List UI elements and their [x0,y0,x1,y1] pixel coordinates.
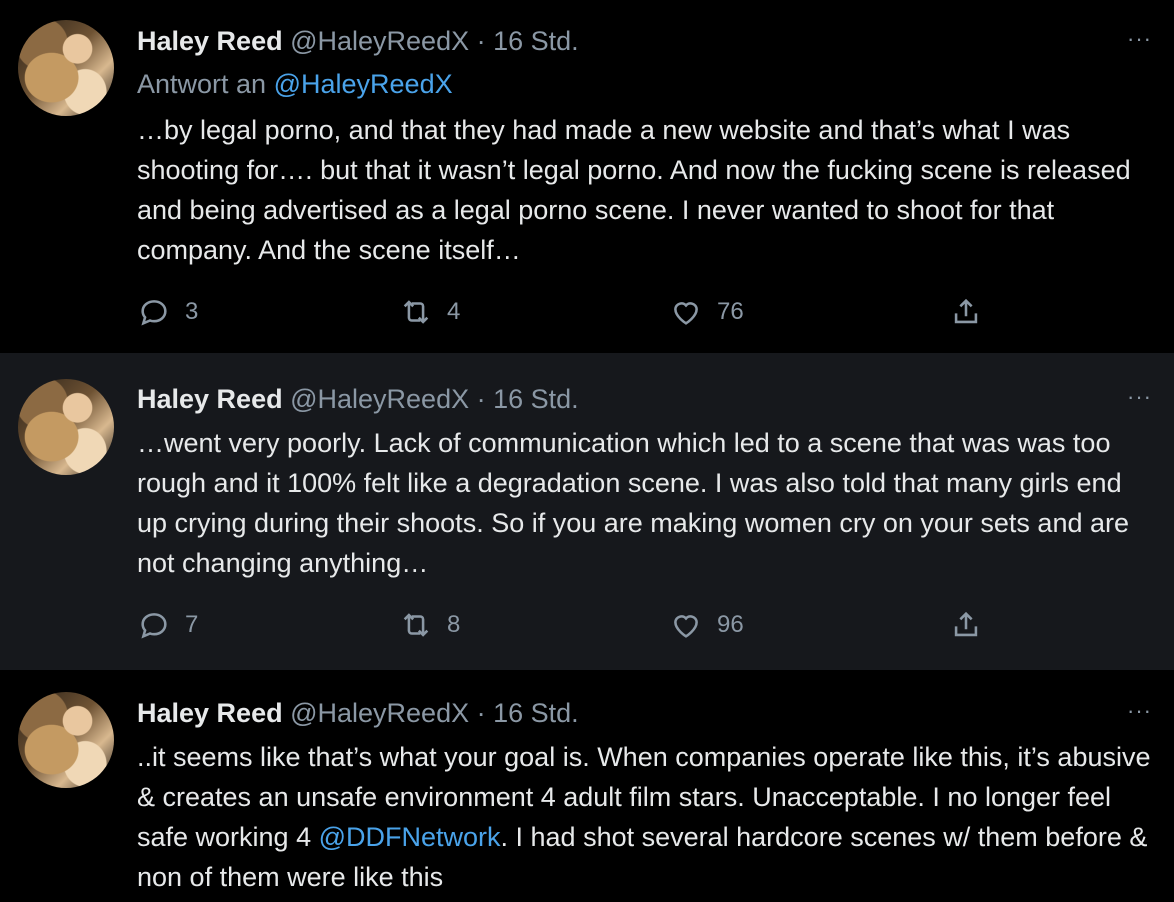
more-options-icon[interactable]: ··· [1127,386,1152,408]
tweet-1[interactable]: Haley Reed @HaleyReedX · 16 Std. ··· Ant… [0,0,1174,353]
reply-to-link[interactable]: @HaleyReedX [274,69,453,99]
reply-button[interactable]: 3 [137,295,198,329]
separator: · [476,698,486,728]
timestamp[interactable]: 16 Std. [493,26,579,56]
like-button[interactable]: 96 [669,608,744,642]
heart-icon [674,302,698,325]
retweet-button[interactable]: 8 [399,608,460,642]
like-count: 96 [717,611,744,638]
retweet-icon [403,300,429,324]
avatar[interactable] [18,20,114,116]
author-handle[interactable]: @HaleyReedX [290,26,469,56]
reply-count: 7 [185,611,199,638]
separator: · [476,26,486,56]
like-count: 76 [717,298,744,325]
author-handle[interactable]: @HaleyReedX [290,698,469,728]
tweet-header: Haley Reed @HaleyReedX · 16 Std. [137,25,579,57]
retweet-icon [403,613,429,637]
avatar[interactable] [18,692,114,788]
tweet-actions: 3 4 76 [137,295,1137,335]
heart-icon [674,615,698,638]
share-button[interactable] [949,295,983,329]
reply-context: Antwort an @HaleyReedX [137,68,453,100]
timestamp[interactable]: 16 Std. [493,384,579,414]
tweet-text: …by legal porno, and that they had made … [137,115,1131,265]
tweet-text: ..it seems like that’s what your goal is… [137,737,1157,897]
more-options-icon[interactable]: ··· [1127,28,1152,50]
retweet-count: 8 [447,611,461,638]
tweet-header: Haley Reed @HaleyReedX · 16 Std. [137,697,579,729]
tweet-2[interactable]: Haley Reed @HaleyReedX · 16 Std. ··· …we… [0,353,1174,670]
reply-prefix: Antwort an [137,69,267,99]
mention-link[interactable]: @DDFNetwork [319,822,501,852]
reply-icon [141,613,167,639]
like-button[interactable]: 76 [669,295,744,329]
avatar[interactable] [18,379,114,475]
tweet-header: Haley Reed @HaleyReedX · 16 Std. [137,383,579,415]
separator: · [476,384,486,414]
tweet-actions: 7 8 96 [137,608,1137,648]
share-icon [954,298,978,324]
retweet-button[interactable]: 4 [399,295,460,329]
author-handle[interactable]: @HaleyReedX [290,384,469,414]
tweet-text: …went very poorly. Lack of communication… [137,428,1129,578]
reply-count: 3 [185,298,199,325]
timestamp[interactable]: 16 Std. [493,698,579,728]
retweet-count: 4 [447,298,461,325]
share-icon [954,611,978,637]
more-options-icon[interactable]: ··· [1127,700,1152,722]
share-button[interactable] [949,608,983,642]
author-name[interactable]: Haley Reed [137,384,283,414]
reply-icon [141,300,167,326]
reply-button[interactable]: 7 [137,608,198,642]
author-name[interactable]: Haley Reed [137,698,283,728]
tweet-3[interactable]: Haley Reed @HaleyReedX · 16 Std. ··· ..i… [0,670,1174,902]
author-name[interactable]: Haley Reed [137,26,283,56]
